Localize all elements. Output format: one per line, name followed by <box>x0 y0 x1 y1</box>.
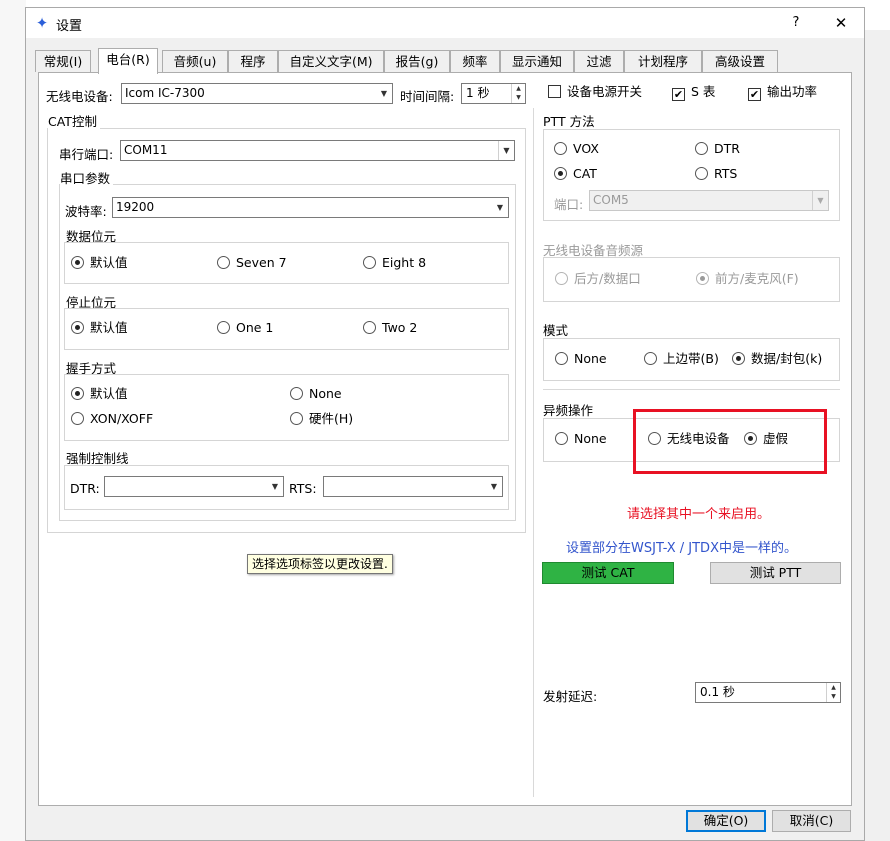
split-none-radio[interactable]: None <box>555 432 607 446</box>
dtr-select[interactable]: ▼ <box>104 476 284 497</box>
chevron-down-icon: ▼ <box>271 482 279 491</box>
chevron-down-icon: ▼ <box>380 89 388 98</box>
radio-icon <box>555 432 568 445</box>
tx-delay-label: 发射延迟: <box>543 689 598 704</box>
output-power-checkbox[interactable]: ✔ 输出功率 <box>748 85 817 101</box>
test-cat-button[interactable]: 测试 CAT <box>542 562 674 584</box>
radio-icon <box>290 387 303 400</box>
radio-icon <box>363 256 376 269</box>
test-ptt-button[interactable]: 测试 PTT <box>710 562 841 584</box>
ptt-title: PTT 方法 <box>543 114 595 129</box>
ptt-vox-radio[interactable]: VOX <box>554 142 599 156</box>
radio-selected-icon <box>71 256 84 269</box>
rig-label: 无线电设备: <box>46 89 113 104</box>
ptt-port-select[interactable]: COM5 ▼ <box>589 190 829 211</box>
interval-spinbox[interactable]: 1 秒 ▲ ▼ <box>461 83 526 104</box>
handshake-none-radio[interactable]: None <box>290 387 342 401</box>
audio-rear-radio[interactable]: 后方/数据口 <box>555 272 641 286</box>
ptt-rts-radio[interactable]: RTS <box>695 167 737 181</box>
ptt-dtr-radio[interactable]: DTR <box>695 142 740 156</box>
checkbox-box-icon <box>548 85 561 98</box>
radio-icon <box>695 167 708 180</box>
radio-icon <box>554 142 567 155</box>
radio-selected-icon <box>554 167 567 180</box>
stopbits-default-radio[interactable]: 默认值 <box>71 321 128 335</box>
chevron-down-icon: ▼ <box>498 141 514 160</box>
handshake-default-radio[interactable]: 默认值 <box>71 387 128 401</box>
handshake-frame <box>64 374 509 441</box>
radio-selected-icon <box>71 387 84 400</box>
serial-port-label: 串行端口: <box>59 147 114 162</box>
spin-arrows-icon[interactable]: ▲ ▼ <box>511 84 525 103</box>
warning-message: 请选择其中一个来启用。 <box>627 507 771 522</box>
radio-selected-icon <box>696 272 709 285</box>
radio-selected-icon <box>732 352 745 365</box>
tx-delay-spinbox[interactable]: 0.1 秒 ▲ ▼ <box>695 682 841 703</box>
column-divider <box>533 108 534 797</box>
radio-icon <box>555 272 568 285</box>
radio-icon <box>363 321 376 334</box>
rts-select[interactable]: ▼ <box>323 476 503 497</box>
mode-data-radio[interactable]: 数据/封包(k) <box>732 352 822 366</box>
interval-label: 时间间隔: <box>400 89 455 104</box>
databits-eight-radio[interactable]: Eight 8 <box>363 256 426 270</box>
baud-label: 波特率: <box>65 204 107 219</box>
ptt-port-label: 端口: <box>554 197 584 212</box>
chevron-down-icon: ▼ <box>496 203 504 212</box>
baud-select[interactable]: 19200 ▼ <box>112 197 509 218</box>
radio-tab-content: 无线电设备: Icom IC-7300 ▼ 时间间隔: 1 秒 ▲ ▼ 设备电源开关 … <box>0 0 890 841</box>
dtr-label: DTR: <box>70 481 100 496</box>
tooltip: 选择选项标签以更改设置. <box>247 554 393 574</box>
radio-icon <box>695 142 708 155</box>
rts-label: RTS: <box>289 481 317 496</box>
cat-group-title: CAT控制 <box>48 111 100 130</box>
radio-icon <box>644 352 657 365</box>
databits-default-radio[interactable]: 默认值 <box>71 256 128 270</box>
stopbits-one-radio[interactable]: One 1 <box>217 321 273 335</box>
mode-title: 模式 <box>543 323 569 338</box>
ptt-cat-radio[interactable]: CAT <box>554 167 597 181</box>
audio-front-radio[interactable]: 前方/麦克风(F) <box>696 272 799 286</box>
mode-none-radio[interactable]: None <box>555 352 607 366</box>
stopbits-frame <box>64 308 509 350</box>
radio-icon <box>290 412 303 425</box>
handshake-xonxoff-radio[interactable]: XON/XOFF <box>71 412 153 426</box>
rig-select[interactable]: Icom IC-7300 ▼ <box>121 83 393 104</box>
radio-icon <box>555 352 568 365</box>
checkmark-icon: ✔ <box>748 88 761 101</box>
chevron-down-icon: ▼ <box>812 191 828 210</box>
power-switch-checkbox[interactable]: 设备电源开关 <box>548 85 642 99</box>
radio-icon <box>217 256 230 269</box>
serial-port-select[interactable]: COM11 ▼ <box>120 140 515 161</box>
s-meter-checkbox[interactable]: ✔ S 表 <box>672 85 715 101</box>
chevron-down-icon: ▼ <box>490 482 498 491</box>
highlight-box <box>633 409 827 474</box>
mode-usb-radio[interactable]: 上边带(B) <box>644 352 719 366</box>
radio-icon <box>217 321 230 334</box>
right-separator <box>543 389 840 390</box>
databits-seven-radio[interactable]: Seven 7 <box>217 256 287 270</box>
info-message: 设置部分在WSJT-X / JTDX中是一样的。 <box>566 541 797 556</box>
handshake-hardware-radio[interactable]: 硬件(H) <box>290 412 353 426</box>
split-title: 异频操作 <box>543 403 594 418</box>
cancel-button[interactable]: 取消(C) <box>772 810 851 832</box>
spin-arrows-icon[interactable]: ▲ ▼ <box>826 683 840 702</box>
checkmark-icon: ✔ <box>672 88 685 101</box>
serial-params-title: 串口参数 <box>60 168 114 187</box>
ok-button[interactable]: 确定(O) <box>686 810 766 832</box>
radio-icon <box>71 412 84 425</box>
stopbits-two-radio[interactable]: Two 2 <box>363 321 417 335</box>
radio-selected-icon <box>71 321 84 334</box>
